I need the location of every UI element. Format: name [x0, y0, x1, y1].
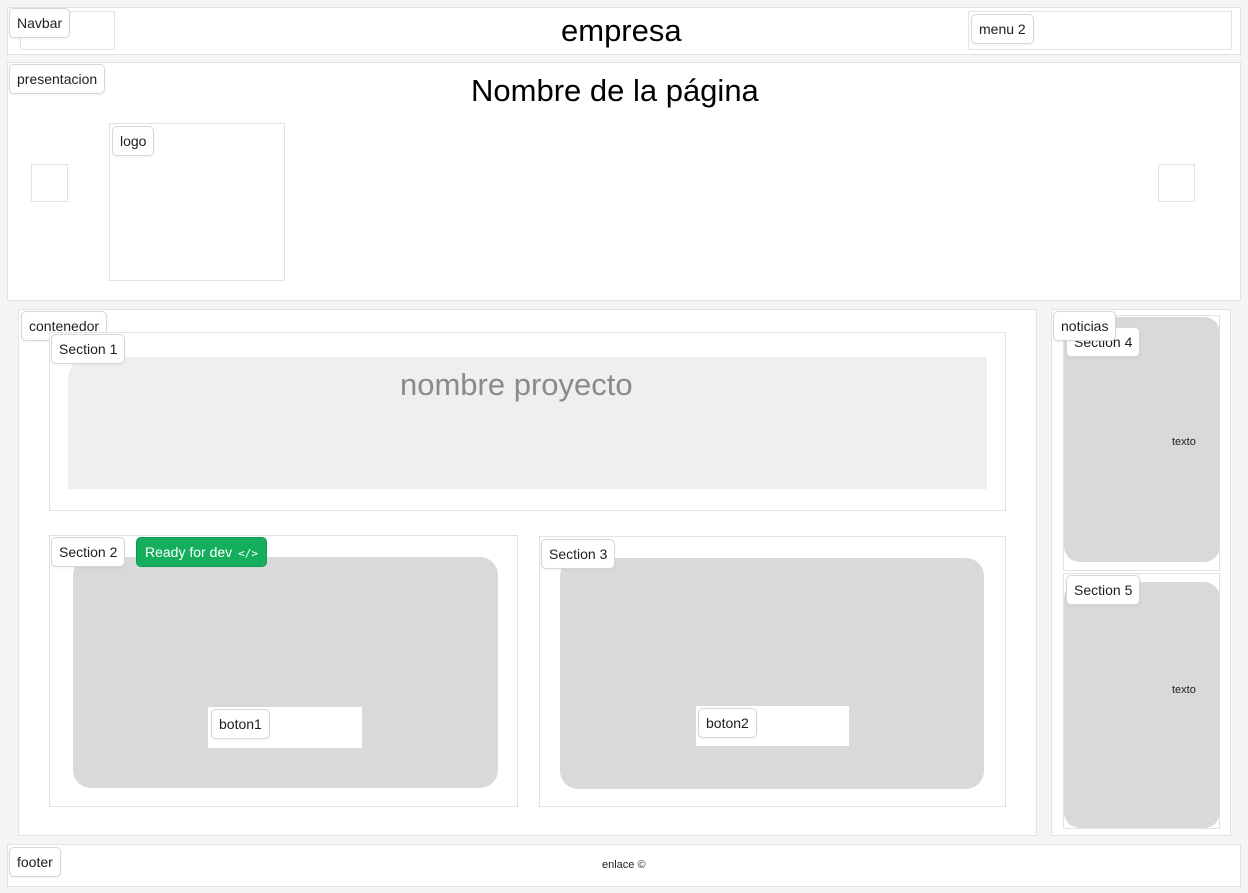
- carousel-next-button[interactable]: [1158, 164, 1195, 202]
- footer-link[interactable]: enlace ©: [602, 859, 646, 871]
- section-5-card: [1064, 582, 1220, 828]
- section-3-label: Section 3: [541, 539, 616, 569]
- code-icon: </>: [238, 547, 259, 560]
- section-1-label: Section 1: [51, 334, 126, 364]
- logo-label: logo: [112, 126, 155, 156]
- boton1-label: boton1: [211, 709, 270, 739]
- navbar-frame-label: Navbar: [9, 8, 71, 38]
- section-2-label: Section 2: [51, 537, 126, 567]
- news-frame-label: noticias: [1053, 311, 1117, 341]
- company-name: empresa: [561, 13, 682, 48]
- carousel-prev-button[interactable]: [31, 164, 68, 202]
- menu-2-label: menu 2: [971, 14, 1034, 44]
- project-name: nombre proyecto: [400, 367, 633, 402]
- ready-for-dev-badge[interactable]: Ready for dev </>: [136, 537, 268, 567]
- boton2-label: boton2: [698, 708, 757, 738]
- footer-frame-label: footer: [9, 847, 61, 877]
- page-title: Nombre de la página: [471, 73, 759, 108]
- section-4-text: texto: [1172, 436, 1196, 448]
- section-3-card: [560, 558, 984, 789]
- section-5-text: texto: [1172, 684, 1196, 696]
- presentation-frame-label: presentacion: [9, 64, 106, 94]
- ready-for-dev-text: Ready for dev: [145, 544, 233, 560]
- section-5-label: Section 5: [1066, 575, 1141, 605]
- section-2-card: [73, 557, 498, 788]
